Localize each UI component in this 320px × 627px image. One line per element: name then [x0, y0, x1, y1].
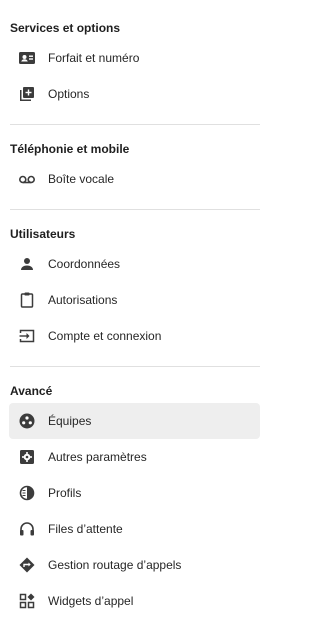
- section-title-services-options: Services et options: [10, 21, 121, 35]
- half-circle-icon: [18, 484, 36, 502]
- nav-item-compte-connexion[interactable]: Compte et connexion: [9, 318, 260, 354]
- section-divider: [10, 366, 260, 367]
- section-title-avance: Avancé: [10, 384, 53, 398]
- nav-item-equipes[interactable]: Équipes: [9, 403, 260, 439]
- voicemail-icon: [18, 170, 36, 188]
- nav-item-label: Files d’attente: [48, 522, 123, 536]
- section-title-telephonie-mobile: Téléphonie et mobile: [10, 142, 130, 156]
- contact-card-icon: [18, 49, 36, 67]
- nav-item-label: Autorisations: [48, 293, 118, 307]
- nav-item-forfait-numero[interactable]: Forfait et numéro: [9, 40, 260, 76]
- section-title-utilisateurs: Utilisateurs: [10, 227, 76, 241]
- login-icon: [18, 327, 36, 345]
- nav-item-coordonnees[interactable]: Coordonnées: [9, 246, 260, 282]
- nav-item-label: Profils: [48, 486, 82, 500]
- nav-item-label: Autres paramètres: [48, 450, 147, 464]
- add-box-icon: [18, 85, 36, 103]
- nav-item-widgets-appel[interactable]: Widgets d’appel: [9, 583, 260, 619]
- settings-box-icon: [18, 448, 36, 466]
- nav-item-boite-vocale[interactable]: Boîte vocale: [9, 161, 260, 197]
- nav-item-label: Forfait et numéro: [48, 51, 140, 65]
- nav-item-label: Options: [48, 87, 90, 101]
- nav-item-label: Équipes: [48, 414, 92, 428]
- section-divider: [10, 124, 260, 125]
- section-divider: [10, 209, 260, 210]
- nav-item-options[interactable]: Options: [9, 76, 260, 112]
- person-icon: [18, 255, 36, 273]
- nav-item-profils[interactable]: Profils: [9, 475, 260, 511]
- headset-icon: [18, 520, 36, 538]
- nav-item-label: Compte et connexion: [48, 329, 162, 343]
- route-diamond-icon: [18, 556, 36, 574]
- nav-item-autres-parametres[interactable]: Autres paramètres: [9, 439, 260, 475]
- nav-item-files-attente[interactable]: Files d’attente: [9, 511, 260, 547]
- nav-item-label: Boîte vocale: [48, 172, 115, 186]
- nav-item-gestion-routage[interactable]: Gestion routage d’appels: [9, 547, 260, 583]
- team-icon: [18, 412, 36, 430]
- nav-item-autorisations[interactable]: Autorisations: [9, 282, 260, 318]
- widgets-icon: [18, 592, 36, 610]
- nav-item-label: Gestion routage d’appels: [48, 558, 182, 572]
- clipboard-icon: [18, 291, 36, 309]
- nav-item-label: Widgets d’appel: [48, 594, 134, 608]
- nav-item-label: Coordonnées: [48, 257, 121, 271]
